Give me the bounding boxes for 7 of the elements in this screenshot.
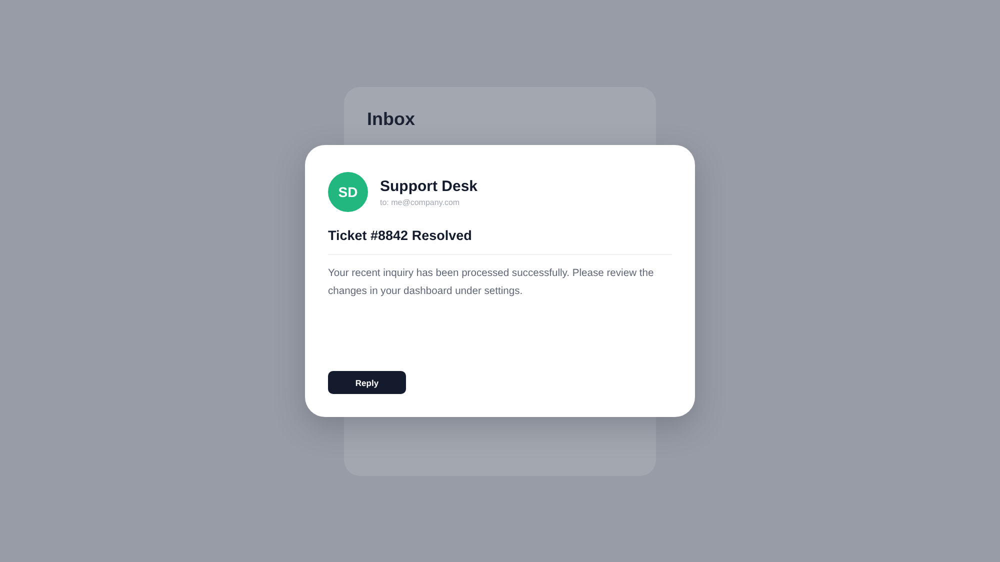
avatar: SD (328, 172, 368, 212)
recipient-address: to: me@company.com (380, 198, 460, 206)
message-subject: Ticket #8842 Resolved (328, 228, 472, 243)
reply-button[interactable]: Reply (328, 371, 406, 394)
message-body: Your recent inquiry has been processed successfully. Please review the changes in your dashboard under settings. (328, 267, 655, 299)
sender-name: Support Desk (380, 178, 478, 194)
inbox-title: Inbox (367, 108, 415, 130)
